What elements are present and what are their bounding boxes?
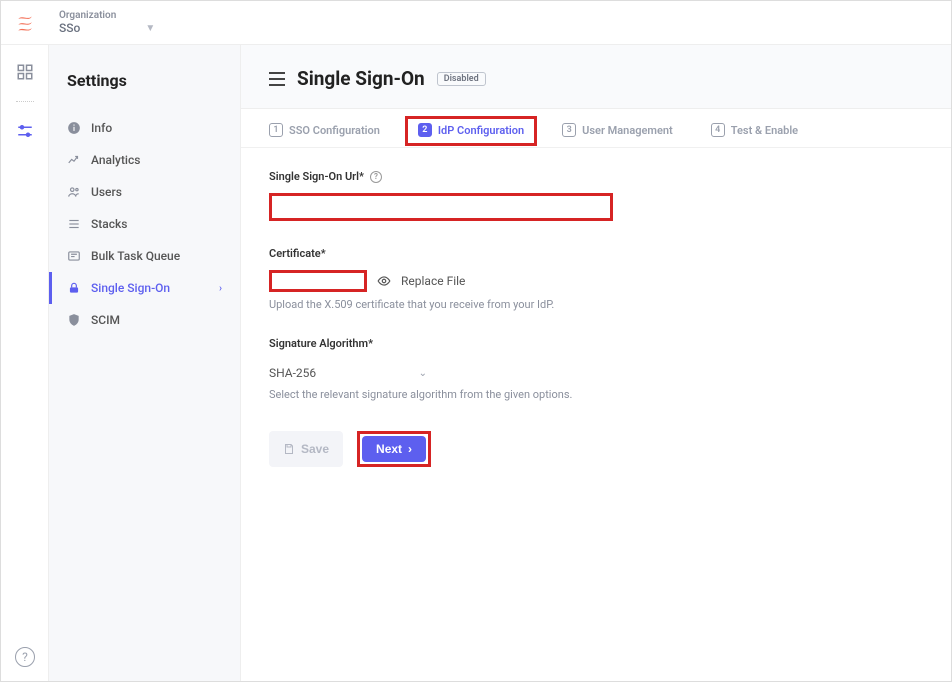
save-button: Save xyxy=(269,431,343,467)
sso-url-label: Single Sign-On Url* ? xyxy=(269,170,923,183)
settings-sliders-icon[interactable] xyxy=(16,122,34,140)
sidebar-item-label: Users xyxy=(91,185,122,199)
lock-icon xyxy=(67,281,81,295)
step-user-management[interactable]: 3 User Management xyxy=(562,123,673,137)
settings-sidebar: Settings Info Analytics Users Stacks Bul… xyxy=(49,45,241,681)
save-icon xyxy=(283,443,295,455)
certificate-hint: Upload the X.509 certificate that you re… xyxy=(269,298,923,311)
help-button[interactable]: ? xyxy=(15,647,35,667)
chevron-down-icon: ⌄ xyxy=(419,368,427,379)
step-label: SSO Configuration xyxy=(289,124,380,137)
signature-algorithm-hint: Select the relevant signature algorithm … xyxy=(269,388,923,401)
sidebar-item-users[interactable]: Users xyxy=(67,176,222,208)
step-label: Test & Enable xyxy=(731,124,798,137)
sso-url-input[interactable] xyxy=(269,193,613,221)
sidebar-item-scim[interactable]: SCIM xyxy=(67,304,222,336)
dashboard-icon[interactable] xyxy=(16,63,34,81)
shield-icon xyxy=(67,313,81,327)
stepper: 1 SSO Configuration 2 IdP Configuration … xyxy=(241,109,951,148)
certificate-label: Certificate* xyxy=(269,247,923,260)
main-content: Single Sign-On Disabled 1 SSO Configurat… xyxy=(241,45,951,681)
org-switcher[interactable]: Organization SSo ▼ xyxy=(59,10,155,35)
sidebar-item-bulk-task-queue[interactable]: Bulk Task Queue xyxy=(67,240,222,272)
active-indicator xyxy=(49,272,52,304)
sidebar-item-label: Analytics xyxy=(91,153,140,167)
queue-icon xyxy=(67,249,81,263)
sidebar-item-info[interactable]: Info xyxy=(67,112,222,144)
step-number: 4 xyxy=(711,123,725,137)
topbar: Organization SSo ▼ xyxy=(1,1,951,45)
select-value: SHA-256 xyxy=(269,366,316,380)
step-number: 1 xyxy=(269,123,283,137)
chevron-down-icon: ▼ xyxy=(145,23,155,34)
eye-icon[interactable] xyxy=(377,274,391,288)
sidebar-item-stacks[interactable]: Stacks xyxy=(67,208,222,240)
certificate-file-input[interactable] xyxy=(269,270,367,292)
rail-divider xyxy=(16,101,34,102)
next-button[interactable]: Next › xyxy=(362,436,426,462)
next-button-highlight: Next › xyxy=(357,431,431,467)
step-test-enable[interactable]: 4 Test & Enable xyxy=(711,123,798,137)
sidebar-item-label: Bulk Task Queue xyxy=(91,249,180,263)
step-idp-configuration[interactable]: 2 IdP Configuration xyxy=(405,116,537,146)
icon-rail xyxy=(1,45,49,681)
step-number: 3 xyxy=(562,123,576,137)
step-label: IdP Configuration xyxy=(438,124,524,137)
brand-logo-icon xyxy=(15,13,35,33)
users-icon xyxy=(67,185,81,199)
step-label: User Management xyxy=(582,124,673,137)
org-label: Organization xyxy=(59,10,155,21)
sidebar-item-analytics[interactable]: Analytics xyxy=(67,144,222,176)
sidebar-item-single-sign-on[interactable]: Single Sign-On › xyxy=(67,272,222,304)
chevron-right-icon: › xyxy=(219,283,222,294)
idp-config-form: Single Sign-On Url* ? Certificate* Repla… xyxy=(241,148,951,489)
info-icon xyxy=(67,121,81,135)
sidebar-item-label: Stacks xyxy=(91,217,127,231)
step-sso-configuration[interactable]: 1 SSO Configuration xyxy=(269,123,380,137)
sidebar-item-label: Info xyxy=(91,121,112,135)
chevron-right-icon: › xyxy=(408,442,412,456)
status-badge: Disabled xyxy=(437,72,486,86)
signature-algorithm-label: Signature Algorithm* xyxy=(269,337,923,350)
analytics-icon xyxy=(67,153,81,167)
menu-toggle-icon[interactable] xyxy=(269,72,285,86)
step-number: 2 xyxy=(418,123,432,137)
stacks-icon xyxy=(67,217,81,231)
help-icon[interactable]: ? xyxy=(370,171,382,183)
page-header: Single Sign-On Disabled xyxy=(241,45,951,109)
replace-file-link[interactable]: Replace File xyxy=(401,274,465,288)
signature-algorithm-select[interactable]: SHA-256 ⌄ xyxy=(269,360,429,386)
sidebar-title: Settings xyxy=(67,71,222,90)
sidebar-item-label: Single Sign-On xyxy=(91,281,170,295)
sidebar-item-label: SCIM xyxy=(91,313,120,327)
page-title: Single Sign-On xyxy=(297,67,425,90)
org-name: SSo xyxy=(59,21,80,35)
